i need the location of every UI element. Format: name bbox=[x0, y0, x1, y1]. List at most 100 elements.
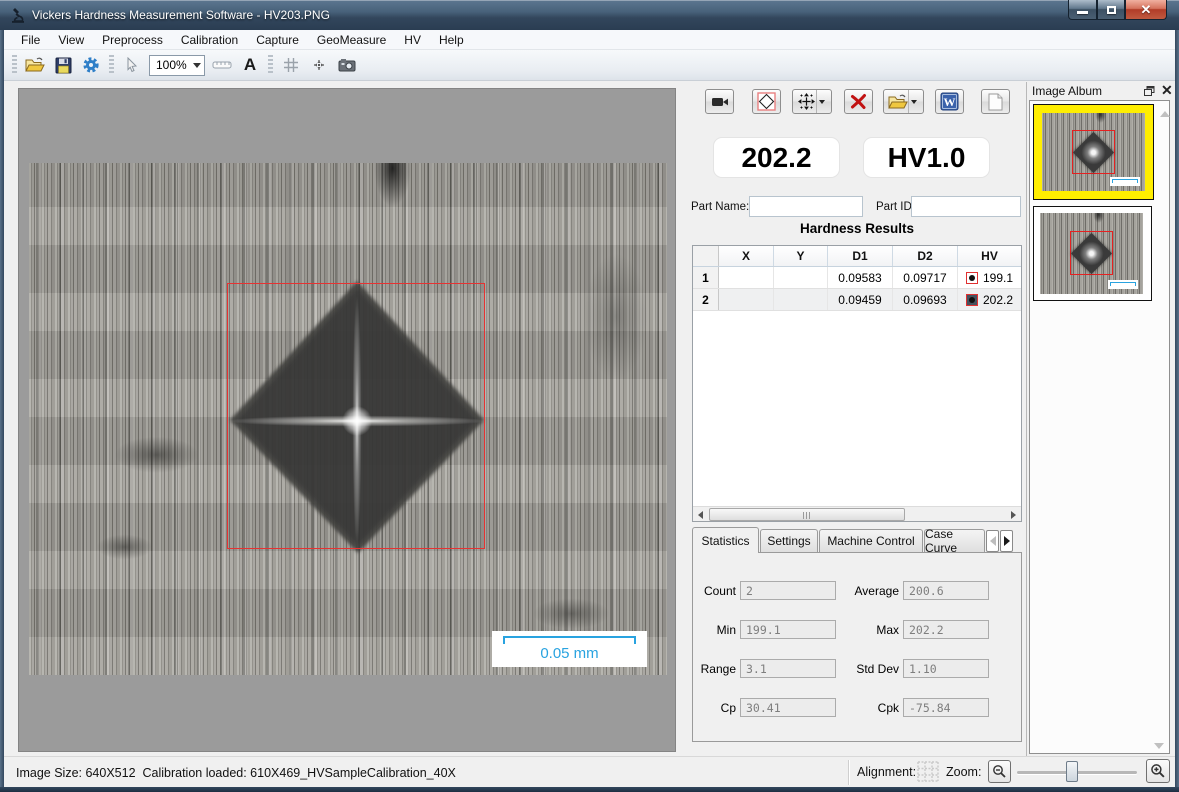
cursor-icon bbox=[125, 57, 139, 73]
restore-icon bbox=[1107, 6, 1116, 14]
diamond-icon bbox=[757, 92, 776, 111]
part-name-input[interactable] bbox=[749, 196, 863, 217]
menu-hv[interactable]: HV bbox=[395, 31, 430, 49]
toolbar-grip[interactable] bbox=[268, 55, 273, 75]
delete-x-icon bbox=[850, 93, 867, 110]
video-camera-icon bbox=[711, 96, 729, 108]
center-arrows-icon bbox=[311, 57, 327, 73]
max-label: Max bbox=[829, 623, 899, 637]
album-thumbnail[interactable] bbox=[1033, 206, 1152, 301]
thumbnail-scale-bar bbox=[1108, 280, 1138, 289]
col-header-hv[interactable]: HV bbox=[958, 246, 1021, 266]
cell-d2: 0.09693 bbox=[893, 289, 958, 310]
album-thumbnail-selected[interactable] bbox=[1033, 104, 1154, 200]
menu-bar: File View Preprocess Calibration Capture… bbox=[4, 30, 1175, 50]
minimize-icon bbox=[1077, 11, 1088, 14]
measurement-red-box bbox=[227, 283, 485, 549]
cell-x bbox=[719, 267, 774, 288]
menu-geomeasure[interactable]: GeoMeasure bbox=[308, 31, 395, 49]
col-header-x[interactable]: X bbox=[719, 246, 774, 266]
row-number: 1 bbox=[693, 267, 719, 288]
menu-calibration[interactable]: Calibration bbox=[172, 31, 247, 49]
delete-result-button[interactable] bbox=[844, 89, 873, 114]
app-window: Vickers Hardness Measurement Software - … bbox=[0, 0, 1179, 792]
col-header-y[interactable]: Y bbox=[774, 246, 828, 266]
restore-button[interactable] bbox=[1097, 0, 1125, 20]
toolbar-grip[interactable] bbox=[109, 55, 114, 75]
close-button[interactable]: ✕ bbox=[1125, 0, 1167, 20]
cell-hv: 202.2 bbox=[958, 289, 1021, 310]
new-blank-button[interactable] bbox=[981, 89, 1010, 114]
auto-measure-dropdown[interactable] bbox=[816, 90, 828, 113]
center-target-button[interactable] bbox=[306, 53, 332, 77]
tab-scroll-left-button[interactable] bbox=[986, 530, 999, 552]
window-frame-left bbox=[0, 30, 4, 787]
zoom-out-button[interactable] bbox=[988, 760, 1011, 783]
col-header-d1[interactable]: D1 bbox=[828, 246, 893, 266]
tab-settings[interactable]: Settings bbox=[760, 529, 818, 552]
table-row[interactable]: 2 0.09459 0.09693 202.2 bbox=[693, 289, 1021, 311]
menu-capture[interactable]: Capture bbox=[247, 31, 308, 49]
menu-preprocess[interactable]: Preprocess bbox=[93, 31, 172, 49]
snapshot-button[interactable] bbox=[334, 53, 360, 77]
album-scroll-up-icon[interactable] bbox=[1160, 111, 1170, 117]
tab-statistics[interactable]: Statistics bbox=[692, 527, 759, 553]
open-file-button[interactable] bbox=[22, 53, 48, 77]
tab-machine-control[interactable]: Machine Control bbox=[819, 529, 923, 552]
auto-measure-button[interactable] bbox=[792, 89, 832, 114]
min-field bbox=[740, 620, 836, 639]
word-report-button[interactable]: W bbox=[935, 89, 964, 114]
thumbnail-image bbox=[1042, 113, 1145, 191]
save-button[interactable] bbox=[50, 53, 76, 77]
window-title: Vickers Hardness Measurement Software - … bbox=[32, 8, 330, 22]
save-floppy-icon bbox=[55, 57, 72, 74]
stddev-field bbox=[903, 659, 989, 678]
menu-view[interactable]: View bbox=[49, 31, 93, 49]
detect-indent-button[interactable] bbox=[752, 89, 781, 114]
grid-icon bbox=[283, 57, 299, 73]
cell-hv: 199.1 bbox=[958, 267, 1021, 288]
microscope-icon bbox=[9, 6, 27, 24]
grid-overlay-button[interactable] bbox=[278, 53, 304, 77]
image-viewer[interactable]: 0.05 mm bbox=[18, 88, 676, 752]
open-folder-icon bbox=[25, 57, 45, 73]
camera-icon bbox=[338, 58, 356, 72]
live-video-button[interactable] bbox=[705, 89, 734, 114]
alignment-label: Alignment: bbox=[857, 765, 916, 779]
zoom-label: Zoom: bbox=[946, 765, 981, 779]
measure-tool-button[interactable] bbox=[209, 53, 235, 77]
open-image-dropdown[interactable] bbox=[908, 90, 920, 113]
alignment-grid-icon[interactable] bbox=[917, 761, 939, 782]
open-image-button[interactable] bbox=[883, 89, 924, 114]
tab-case-curve[interactable]: Case Curve bbox=[924, 529, 985, 552]
micrograph-image[interactable]: 0.05 mm bbox=[29, 163, 667, 675]
window-frame-bottom bbox=[0, 787, 1179, 792]
album-scroll-down-icon[interactable] bbox=[1154, 743, 1164, 749]
cell-x bbox=[719, 289, 774, 310]
menu-file[interactable]: File bbox=[12, 31, 49, 49]
zoom-slider-handle[interactable] bbox=[1066, 761, 1078, 782]
scroll-left-arrow[interactable] bbox=[693, 507, 708, 522]
scrollbar-thumb[interactable] bbox=[709, 508, 905, 521]
menu-help[interactable]: Help bbox=[430, 31, 473, 49]
close-panel-icon[interactable]: ✕ bbox=[1161, 83, 1173, 97]
cell-d2: 0.09717 bbox=[893, 267, 958, 288]
zoom-in-button[interactable] bbox=[1146, 759, 1170, 783]
cpk-field bbox=[903, 698, 989, 717]
tab-scroll-right-button[interactable] bbox=[1000, 530, 1013, 552]
average-label: Average bbox=[829, 584, 899, 598]
table-horizontal-scrollbar[interactable] bbox=[693, 506, 1021, 521]
minimize-button[interactable] bbox=[1068, 0, 1097, 20]
select-cursor-button[interactable] bbox=[119, 53, 145, 77]
zoom-level-combo[interactable]: 100% bbox=[149, 55, 205, 76]
toolbar-grip[interactable] bbox=[12, 55, 17, 75]
settings-button[interactable] bbox=[78, 53, 104, 77]
table-row[interactable]: 1 0.09583 0.09717 199.1 bbox=[693, 267, 1021, 289]
col-header-d2[interactable]: D2 bbox=[893, 246, 958, 266]
float-panel-icon[interactable] bbox=[1144, 86, 1155, 96]
zoom-combo-dropdown[interactable] bbox=[189, 56, 204, 75]
scroll-right-arrow[interactable] bbox=[1006, 507, 1021, 522]
hv-value: 199.1 bbox=[983, 271, 1013, 285]
part-id-input[interactable] bbox=[911, 196, 1021, 217]
text-annotation-button[interactable]: A bbox=[237, 53, 263, 77]
